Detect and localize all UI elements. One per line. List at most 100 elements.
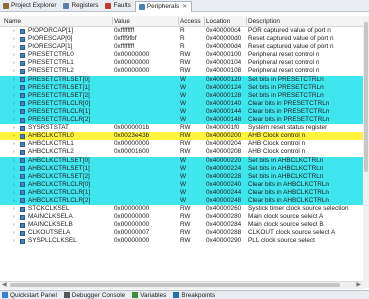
table-row[interactable]: › AHBCLKCTRLSET[1] W 0x40000224 Set bits in … [0, 164, 363, 173]
column-header-name[interactable]: Name [4, 17, 21, 26]
close-icon[interactable]: ✕ [182, 3, 187, 10]
tab-variables[interactable]: Variables [130, 292, 171, 299]
column-header-description[interactable]: Description [248, 17, 280, 26]
column-header-location[interactable]: Location [206, 17, 230, 26]
table-row[interactable]: › PIORESCAP[0] 0xfff9fbf R 0x400000d0 Reset c… [0, 35, 363, 43]
column-divider[interactable] [246, 17, 247, 25]
table-row[interactable]: › AHBCLKCTRLSET[0] W 0x40000220 Set bits in … [0, 156, 363, 165]
table-header: Name Value Access Location Description [0, 16, 369, 27]
register-value[interactable]: 0x00001600 [114, 148, 178, 156]
horizontal-scroll-thumb[interactable] [10, 283, 340, 287]
expand-arrow-icon[interactable]: › [13, 197, 15, 205]
table-row[interactable]: › PRESETCTRL2 0x00000000 RW 0x40000108 Periph… [0, 67, 363, 75]
table-row[interactable]: › STCKCLKSEL 0x00000000 RW 0x40000260 Systick… [0, 205, 363, 213]
table-row[interactable]: › AHBCLKCTRL1 0x00000000 RW 0x40000204 AHB Cl… [0, 140, 363, 148]
table-row[interactable]: › PRESETCTRLCLR[2] W 0x40000148 Clear bits i… [0, 116, 363, 125]
vertical-scroll-thumb[interactable] [364, 22, 368, 172]
expand-arrow-icon[interactable]: › [13, 92, 15, 100]
table-row[interactable]: › AHBCLKCTRL2 0x00001600 RW 0x40000208 AHB Cl… [0, 148, 363, 156]
table-row[interactable]: › SYSPLLCLKSEL 0x00000000 RW 0x40000290 PLL c… [0, 237, 363, 245]
register-value[interactable]: 0xffffffff [114, 27, 178, 35]
tab-breakpoints[interactable]: Breakpoints [171, 292, 220, 299]
tab-quickstart-panel[interactable]: Quickstart Panel [0, 292, 62, 299]
table-row[interactable]: › AHBCLKCTRLCLR[2] W 0x40000248 Clear bits i… [0, 196, 363, 206]
table-row[interactable]: › PIOPORCAP[1] 0xffffffff R 0x400000c4 POR ca… [0, 27, 363, 35]
expand-arrow-icon[interactable]: › [13, 189, 15, 197]
register-value[interactable]: 0x0023e43b [114, 132, 178, 140]
register-name: AHBCLKCTRLSET[2] [28, 172, 90, 180]
expand-arrow-icon[interactable]: › [13, 213, 15, 221]
expand-arrow-icon[interactable]: › [13, 205, 15, 213]
table-row[interactable]: › PRESETCTRLSET[2] W 0x40000128 Set bits in … [0, 91, 363, 100]
table-row[interactable]: › AHBCLKCTRLSET[2] W 0x40000228 Set bits in … [0, 172, 363, 181]
expand-arrow-icon[interactable]: › [13, 181, 15, 189]
register-value[interactable]: 0x00000000 [114, 67, 178, 75]
register-value[interactable]: 0x00000000 [114, 205, 178, 213]
scroll-right-icon[interactable]: ▶ [356, 281, 361, 288]
expand-arrow-icon[interactable]: › [13, 229, 15, 237]
expand-arrow-icon[interactable]: › [13, 132, 15, 140]
register-value[interactable]: 0x00000000 [114, 213, 178, 221]
expand-arrow-icon[interactable]: › [13, 116, 15, 124]
table-row[interactable]: › AHBCLKCTRLCLR[0] W 0x40000240 Clear bits i… [0, 180, 363, 189]
register-name: AHBCLKCTRLCLR[0] [28, 180, 91, 188]
table-row[interactable]: › SYSRSTSTAT 0x0000001b RW 0x400001f0 System … [0, 124, 363, 132]
tab-peripherals[interactable]: Peripherals ✕ [134, 0, 193, 12]
table-row[interactable]: › AHBCLKCTRL0 0x0023e43b RW 0x40000200 AHB Cl… [0, 132, 363, 141]
expand-arrow-icon[interactable]: › [13, 100, 15, 108]
column-header-access[interactable]: Access [180, 17, 201, 26]
table-row[interactable]: › PIORESCAP[1] 0xffffffff R 0x400000d4 Reset … [0, 43, 363, 51]
scroll-left-icon[interactable]: ◀ [2, 281, 7, 288]
table-row[interactable]: › MAINCLKSELA 0x00000000 RW 0x40000280 Main c… [0, 213, 363, 221]
table-row[interactable]: › PRESETCTRL0 0x00000000 RW 0x40000100 Periph… [0, 51, 363, 59]
table-row[interactable]: › CLKOUTSELA 0x00000007 RW 0x40000288 CLKOUT … [0, 229, 363, 237]
register-value[interactable]: 0x0000001b [114, 124, 178, 132]
expand-arrow-icon[interactable]: › [13, 51, 15, 59]
register-access: RW [180, 51, 191, 59]
expand-arrow-icon[interactable]: › [13, 43, 15, 51]
register-value[interactable]: 0x00000000 [114, 140, 178, 148]
expand-arrow-icon[interactable]: › [13, 157, 15, 165]
register-value[interactable]: 0x00000000 [114, 51, 178, 59]
expand-arrow-icon[interactable]: › [13, 221, 15, 229]
table-row[interactable]: › PRESETCTRLSET[0] W 0x40000120 Set bits in … [0, 75, 363, 84]
expand-arrow-icon[interactable]: › [13, 67, 15, 75]
expand-arrow-icon[interactable]: › [13, 124, 15, 132]
table-row[interactable]: › PRESETCTRLCLR[0] W 0x40000140 Clear bits i… [0, 99, 363, 108]
expand-arrow-icon[interactable]: › [13, 35, 15, 43]
column-header-value[interactable]: Value [114, 17, 130, 26]
tab-debugger-console[interactable]: Debugger Console [62, 292, 130, 299]
expand-arrow-icon[interactable]: › [13, 59, 15, 67]
tab-project-explorer[interactable]: Project Explorer [0, 0, 60, 11]
vertical-scrollbar[interactable] [363, 16, 369, 288]
table-row[interactable]: › MAINCLKSELB 0x00000000 RW 0x40000284 Main c… [0, 221, 363, 229]
expand-arrow-icon[interactable]: › [13, 76, 15, 84]
table-row[interactable]: › PRESETCTRLSET[1] W 0x40000124 Set bits in … [0, 83, 363, 92]
expand-arrow-icon[interactable]: › [13, 148, 15, 156]
expand-arrow-icon[interactable]: › [13, 108, 15, 116]
tab-registers[interactable]: Registers [60, 0, 102, 11]
column-divider[interactable] [204, 17, 205, 25]
register-value[interactable]: 0xffffffff [114, 43, 178, 51]
expand-arrow-icon[interactable]: › [13, 84, 15, 92]
register-value[interactable]: 0xfff9fbf [114, 35, 178, 43]
register-value[interactable]: 0x00000007 [114, 229, 178, 237]
expand-arrow-icon[interactable]: › [13, 237, 15, 245]
tab-faults[interactable]: Faults [102, 0, 134, 11]
register-value[interactable]: 0x00000000 [114, 59, 178, 67]
expand-arrow-icon[interactable]: › [13, 27, 15, 35]
column-divider[interactable] [178, 17, 179, 25]
table-row[interactable]: › AHBCLKCTRLCLR[1] W 0x40000244 Clear bits i… [0, 188, 363, 197]
register-name: PRESETCTRL2 [28, 67, 74, 75]
horizontal-scrollbar[interactable]: ◀ ▶ [0, 281, 363, 289]
register-icon [20, 222, 25, 228]
register-value[interactable]: 0x00000000 [114, 237, 178, 245]
expand-arrow-icon[interactable]: › [13, 140, 15, 148]
register-description: Set bits in PRESETCTRLn [248, 75, 324, 83]
table-row[interactable]: › PRESETCTRLCLR[1] W 0x40000144 Clear bits i… [0, 107, 363, 117]
column-divider[interactable] [112, 17, 113, 25]
table-row[interactable]: › PRESETCTRL1 0x00000000 RW 0x40000104 Periph… [0, 59, 363, 67]
expand-arrow-icon[interactable]: › [13, 173, 15, 181]
expand-arrow-icon[interactable]: › [13, 165, 15, 173]
register-value[interactable]: 0x00000000 [114, 221, 178, 229]
